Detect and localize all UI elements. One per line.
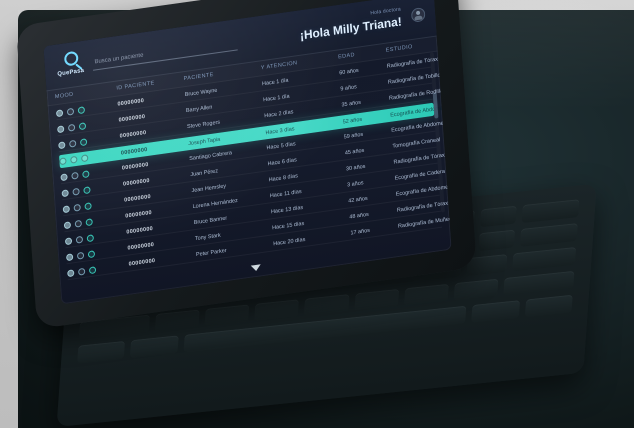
mood-indicators	[58, 133, 120, 149]
mood-indicators	[63, 213, 126, 229]
mood-icon	[66, 107, 75, 116]
patient-id-cell: 00000000	[121, 161, 149, 172]
mood-icon	[73, 203, 81, 212]
mood-icon	[81, 154, 89, 163]
mood-icon	[86, 233, 95, 242]
study-cell: Radiografía de Rodilla	[388, 88, 444, 102]
mood-icon	[70, 155, 78, 164]
mood-icon	[82, 169, 90, 178]
search-input[interactable]	[92, 34, 242, 70]
mood-icon	[83, 185, 91, 194]
mood-icon	[65, 252, 74, 261]
mood-icon	[67, 123, 76, 132]
mood-icon	[79, 137, 88, 146]
study-cell: Radiografía de Tobillo	[387, 72, 441, 86]
patient-id-cell: 00000000	[126, 225, 154, 236]
age-cell: 30 años	[345, 163, 366, 173]
mood-icon	[87, 249, 96, 258]
mood-icon	[55, 108, 64, 117]
scroll-down-caret-icon[interactable]	[250, 264, 262, 272]
greeting: Hola doctora ¡Hola Milly Triana!	[299, 6, 402, 42]
mood-icon	[88, 265, 97, 274]
mood-icon	[58, 140, 66, 149]
mood-icon	[64, 236, 73, 245]
mood-icon	[76, 251, 85, 260]
mood-icon	[63, 220, 72, 229]
age-cell: 3 años	[346, 180, 364, 189]
patient-search[interactable]	[92, 34, 242, 71]
patient-id-cell: 00000000	[119, 129, 147, 140]
mood-icon	[60, 172, 68, 181]
mood-icon	[59, 157, 67, 166]
mood-indicators	[56, 117, 119, 133]
age-cell: 9 años	[340, 84, 358, 93]
age-cell: 48 años	[349, 211, 369, 221]
mood-indicators	[60, 165, 122, 181]
photo-scene: QuePasa Hola doctora ¡Hola Milly Triana!…	[0, 0, 634, 428]
mood-icon	[75, 235, 84, 244]
patient-id-cell: 00000000	[117, 97, 145, 108]
mood-indicators	[62, 197, 125, 213]
age-cell: 60 años	[339, 67, 359, 77]
column-header-age[interactable]: EDAD	[338, 47, 386, 60]
age-cell: 42 años	[348, 195, 368, 205]
mood-icon	[84, 201, 92, 210]
app-logo: QuePasa	[56, 49, 90, 83]
mood-indicators	[65, 245, 128, 261]
patient-id-cell: 00000000	[118, 113, 146, 124]
patient-id-cell: 00000000	[125, 209, 153, 220]
study-cell: Ecografía de Cadera	[394, 168, 446, 182]
mood-icon	[78, 121, 87, 130]
study-cell: Radiografía de Tórax	[386, 56, 439, 70]
mood-icon	[71, 171, 79, 180]
mood-indicators	[55, 101, 118, 117]
mood-icon	[77, 105, 86, 114]
mood-icon	[77, 267, 86, 276]
age-cell: 52 años	[342, 116, 363, 125]
mood-icon	[74, 219, 83, 228]
study-cell: Ecografía de Abdomen	[390, 104, 446, 119]
age-cell: 45 años	[344, 147, 365, 157]
logo-mark-icon	[63, 50, 79, 67]
patient-id-cell: 00000000	[122, 177, 150, 188]
patient-id-cell: 00000000	[124, 193, 152, 204]
mood-indicators	[61, 181, 123, 197]
age-cell: 59 años	[343, 131, 364, 141]
patient-id-cell: 00000000	[127, 241, 155, 252]
mood-icon	[67, 268, 75, 277]
mood-icon	[72, 187, 80, 196]
mood-indicators	[64, 229, 127, 245]
profile-avatar-icon[interactable]	[410, 6, 426, 23]
mood-indicators	[67, 261, 129, 277]
mood-icon	[85, 217, 93, 226]
study-cell: Tomografía Craneal	[392, 137, 441, 150]
brand-name: QuePasa	[57, 67, 85, 78]
mood-icon	[68, 139, 77, 148]
age-cell: 35 años	[341, 99, 362, 109]
patient-id-cell: 00000000	[128, 257, 156, 268]
mood-icon	[56, 124, 65, 133]
tablet-screen: QuePasa Hola doctora ¡Hola Milly Triana!…	[43, 0, 452, 305]
mood-icon	[61, 188, 69, 197]
study-cell: Ecografía de Abdomen	[391, 119, 447, 134]
study-cell: Radiografía de Muñeca	[397, 215, 452, 230]
age-cell: 17 años	[350, 227, 371, 237]
mood-icon	[62, 204, 70, 213]
study-cell: Radiografía de Tórax	[393, 152, 445, 166]
